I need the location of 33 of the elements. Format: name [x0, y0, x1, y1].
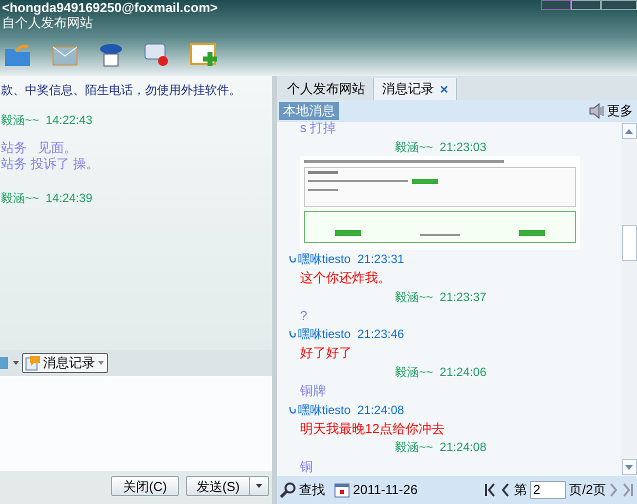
- message-text: s 打掉: [300, 119, 336, 137]
- message-text: 明天我最晚12点给你冲去: [300, 420, 444, 438]
- message-text: 站务 见面。: [1, 139, 77, 157]
- window-subtitle: 自个人发布网站: [2, 15, 93, 30]
- history-button[interactable]: 消息记录: [22, 353, 108, 373]
- message-header: 毅涵~~ 21:24:06: [395, 364, 486, 381]
- close-chat-button[interactable]: 关闭(C): [111, 476, 179, 496]
- message-header: 毅涵~~ 21:23:03: [395, 138, 486, 156]
- message-text: 好了好了: [300, 344, 352, 362]
- page-count: 页/2页: [569, 481, 606, 500]
- message-text: 这个你还炸我。: [300, 268, 391, 287]
- message-text: 铜: [300, 458, 313, 476]
- date-text[interactable]: 2011-11-26: [353, 480, 418, 500]
- message-text: 铜牌: [300, 382, 326, 400]
- search-link[interactable]: 查找: [299, 480, 325, 500]
- message-header: 毅涵~~ 14:22:43: [1, 112, 92, 129]
- message-text: 站务 投诉了 操。: [1, 155, 100, 174]
- message-header: 毅涵~~ 14:24:39: [1, 190, 92, 207]
- message-header: 嘿咻tiesto 21:23:46: [298, 326, 404, 344]
- local-messages-badge: 本地消息: [279, 102, 339, 120]
- message-header: 嘿咻tiesto 21:24:08: [298, 402, 404, 419]
- message-header: 毅涵~~ 21:24:08: [395, 439, 486, 456]
- notice-text: 款、中奖信息、陌生电话，勿使用外挂软件。: [1, 82, 241, 99]
- message-header: 毅涵~~ 21:23:37: [395, 288, 486, 306]
- send-button[interactable]: 发送(S): [186, 476, 250, 496]
- more-link[interactable]: 更多: [607, 101, 633, 121]
- tab[interactable]: 消息记录 ×: [373, 78, 458, 100]
- page-field[interactable]: 2: [530, 481, 566, 499]
- window-title: <hongda949169250@foxmail.com>: [2, 0, 218, 15]
- tab-close-button[interactable]: ×: [440, 78, 448, 100]
- page-prefix: 第: [514, 481, 528, 500]
- message-header: 嘿咻tiesto 21:23:31: [298, 250, 404, 268]
- message-text: ?: [300, 306, 308, 325]
